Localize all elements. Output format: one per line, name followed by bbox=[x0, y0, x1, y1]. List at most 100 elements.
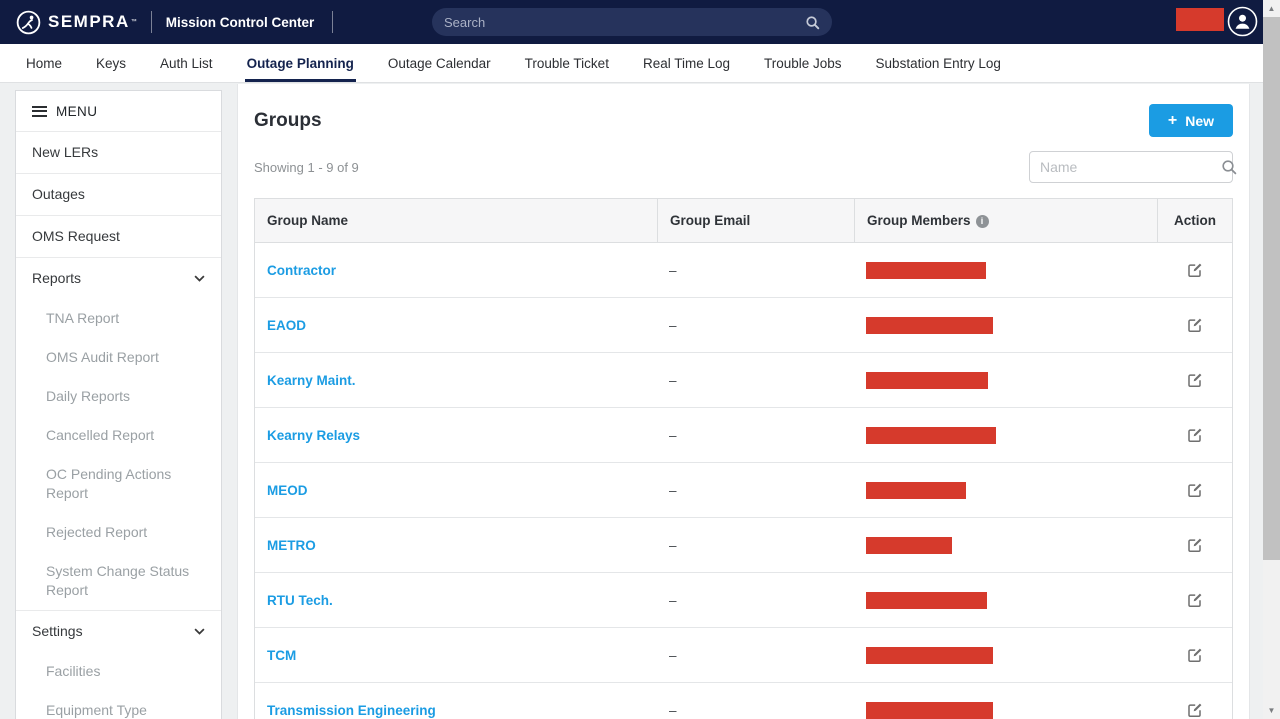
page-title: Groups bbox=[254, 110, 322, 132]
chevron-down-icon bbox=[194, 628, 205, 635]
tab-real-time-log[interactable]: Real Time Log bbox=[641, 44, 732, 82]
header-divider bbox=[332, 11, 333, 33]
sidebar-item-label: TNA Report bbox=[46, 310, 119, 326]
search-icon[interactable] bbox=[1221, 159, 1237, 175]
groups-table: Group Name Group Email Group Membersi Ac… bbox=[254, 198, 1233, 719]
tab-trouble-ticket[interactable]: Trouble Ticket bbox=[523, 44, 611, 82]
sidebar-item-new-lers[interactable]: New LERs bbox=[16, 131, 221, 173]
menu-label: MENU bbox=[56, 104, 97, 119]
table-row: EAOD – bbox=[255, 298, 1232, 353]
edit-group-button[interactable] bbox=[1185, 700, 1205, 719]
edit-group-button[interactable] bbox=[1185, 535, 1205, 555]
sidebar-item-oms-audit-report[interactable]: OMS Audit Report bbox=[16, 338, 221, 377]
group-email-cell: – bbox=[657, 318, 854, 333]
app-viewport: SEMPRA™ Mission Control Center Home Keys bbox=[0, 0, 1280, 719]
redacted-group-members bbox=[866, 592, 987, 609]
table-row: TCM – bbox=[255, 628, 1232, 683]
group-name-link[interactable]: Transmission Engineering bbox=[267, 703, 436, 718]
edit-group-button[interactable] bbox=[1185, 315, 1205, 335]
group-name-cell: EAOD bbox=[255, 318, 657, 333]
group-email-value: – bbox=[669, 593, 677, 608]
top-header-bar: SEMPRA™ Mission Control Center bbox=[0, 0, 1280, 44]
edit-icon bbox=[1187, 262, 1203, 278]
edit-group-button[interactable] bbox=[1185, 590, 1205, 610]
sidebar-items: New LERs OutagesOMS Request Reports TNA Rep… bbox=[16, 131, 221, 719]
name-filter-input[interactable] bbox=[1040, 159, 1221, 175]
action-cell bbox=[1157, 260, 1232, 281]
edit-group-button[interactable] bbox=[1185, 260, 1205, 280]
group-name-cell: Kearny Relays bbox=[255, 428, 657, 443]
user-avatar[interactable] bbox=[1227, 6, 1258, 37]
redacted-group-members bbox=[866, 372, 988, 389]
sidebar-item-cancelled-report[interactable]: Cancelled Report bbox=[16, 416, 221, 455]
brand-trademark: ™ bbox=[131, 19, 137, 25]
global-search-input[interactable] bbox=[444, 15, 805, 30]
group-members-cell bbox=[854, 702, 1157, 719]
new-group-button[interactable]: + New bbox=[1149, 104, 1233, 137]
tab-outage-calendar[interactable]: Outage Calendar bbox=[386, 44, 493, 82]
group-email-value: – bbox=[669, 318, 677, 333]
group-email-cell: – bbox=[657, 593, 854, 608]
sidebar-item-reports[interactable]: Reports bbox=[16, 257, 221, 299]
sidebar-item-label: New LERs bbox=[32, 144, 98, 160]
group-name-link[interactable]: Contractor bbox=[267, 263, 336, 278]
group-email-value: – bbox=[669, 428, 677, 443]
sidebar-item-facilities[interactable]: Facilities bbox=[16, 652, 221, 691]
scrollbar-down-arrow[interactable]: ▼ bbox=[1263, 702, 1280, 719]
table-row: METRO – bbox=[255, 518, 1232, 573]
group-name-link[interactable]: Kearny Relays bbox=[267, 428, 360, 443]
group-name-link[interactable]: RTU Tech. bbox=[267, 593, 333, 608]
sidebar-item-settings[interactable]: Settings bbox=[16, 610, 221, 652]
sidebar-item-tna-report[interactable]: TNA Report bbox=[16, 299, 221, 338]
table-row: Transmission Engineering – bbox=[255, 683, 1232, 719]
edit-group-button[interactable] bbox=[1185, 370, 1205, 390]
edit-icon bbox=[1187, 482, 1203, 498]
group-email-cell: – bbox=[657, 703, 854, 718]
group-name-link[interactable]: METRO bbox=[267, 538, 316, 553]
edit-group-button[interactable] bbox=[1185, 425, 1205, 445]
edit-group-button[interactable] bbox=[1185, 480, 1205, 500]
redacted-group-members bbox=[866, 262, 986, 279]
info-icon[interactable]: i bbox=[976, 215, 989, 228]
group-email-cell: – bbox=[657, 648, 854, 663]
tab-home[interactable]: Home bbox=[24, 44, 64, 82]
scrollbar-thumb[interactable] bbox=[1263, 17, 1280, 560]
group-email-value: – bbox=[669, 373, 677, 388]
tab-trouble-jobs[interactable]: Trouble Jobs bbox=[762, 44, 844, 82]
sidebar-item-outages[interactable]: Outages bbox=[16, 173, 221, 215]
edit-group-button[interactable] bbox=[1185, 645, 1205, 665]
sidebar-item-label: Facilities bbox=[46, 663, 100, 679]
sidebar-item-label: Reports bbox=[32, 270, 81, 286]
sidebar-item-rejected-report[interactable]: Rejected Report bbox=[16, 513, 221, 552]
group-name-link[interactable]: Kearny Maint. bbox=[267, 373, 356, 388]
action-cell bbox=[1157, 645, 1232, 666]
action-cell bbox=[1157, 535, 1232, 556]
search-icon[interactable] bbox=[805, 15, 820, 30]
tab-keys[interactable]: Keys bbox=[94, 44, 128, 82]
sidebar-item-label: Settings bbox=[32, 623, 83, 639]
edit-icon bbox=[1187, 372, 1203, 388]
sidebar-item-system-change-status-report[interactable]: System Change Status Report bbox=[16, 552, 221, 610]
scrollbar-up-arrow[interactable]: ▲ bbox=[1263, 0, 1280, 17]
action-cell bbox=[1157, 425, 1232, 446]
column-header-group-email: Group Email bbox=[657, 199, 854, 242]
sidebar-item-oms-request[interactable]: OMS Request bbox=[16, 215, 221, 257]
header-divider bbox=[151, 11, 152, 33]
sidebar-menu-toggle[interactable]: MENU bbox=[16, 91, 221, 131]
tab-outage-planning[interactable]: Outage Planning bbox=[245, 44, 356, 82]
sidebar-item-daily-reports[interactable]: Daily Reports bbox=[16, 377, 221, 416]
group-name-link[interactable]: TCM bbox=[267, 648, 296, 663]
new-button-label: New bbox=[1185, 113, 1214, 129]
action-cell bbox=[1157, 370, 1232, 391]
group-name-link[interactable]: EAOD bbox=[267, 318, 306, 333]
redacted-group-members bbox=[866, 482, 966, 499]
group-name-link[interactable]: MEOD bbox=[267, 483, 308, 498]
redacted-group-members bbox=[866, 427, 996, 444]
content-header: Groups + New bbox=[254, 104, 1233, 137]
sidebar-item-oc-pending-actions-report[interactable]: OC Pending Actions Report bbox=[16, 455, 221, 513]
table-row: Kearny Maint. – bbox=[255, 353, 1232, 408]
tab-substation-entry-log[interactable]: Substation Entry Log bbox=[874, 44, 1003, 82]
tab-auth-list[interactable]: Auth List bbox=[158, 44, 215, 82]
edit-icon bbox=[1187, 592, 1203, 608]
sidebar-item-equipment-type[interactable]: Equipment Type bbox=[16, 691, 221, 719]
